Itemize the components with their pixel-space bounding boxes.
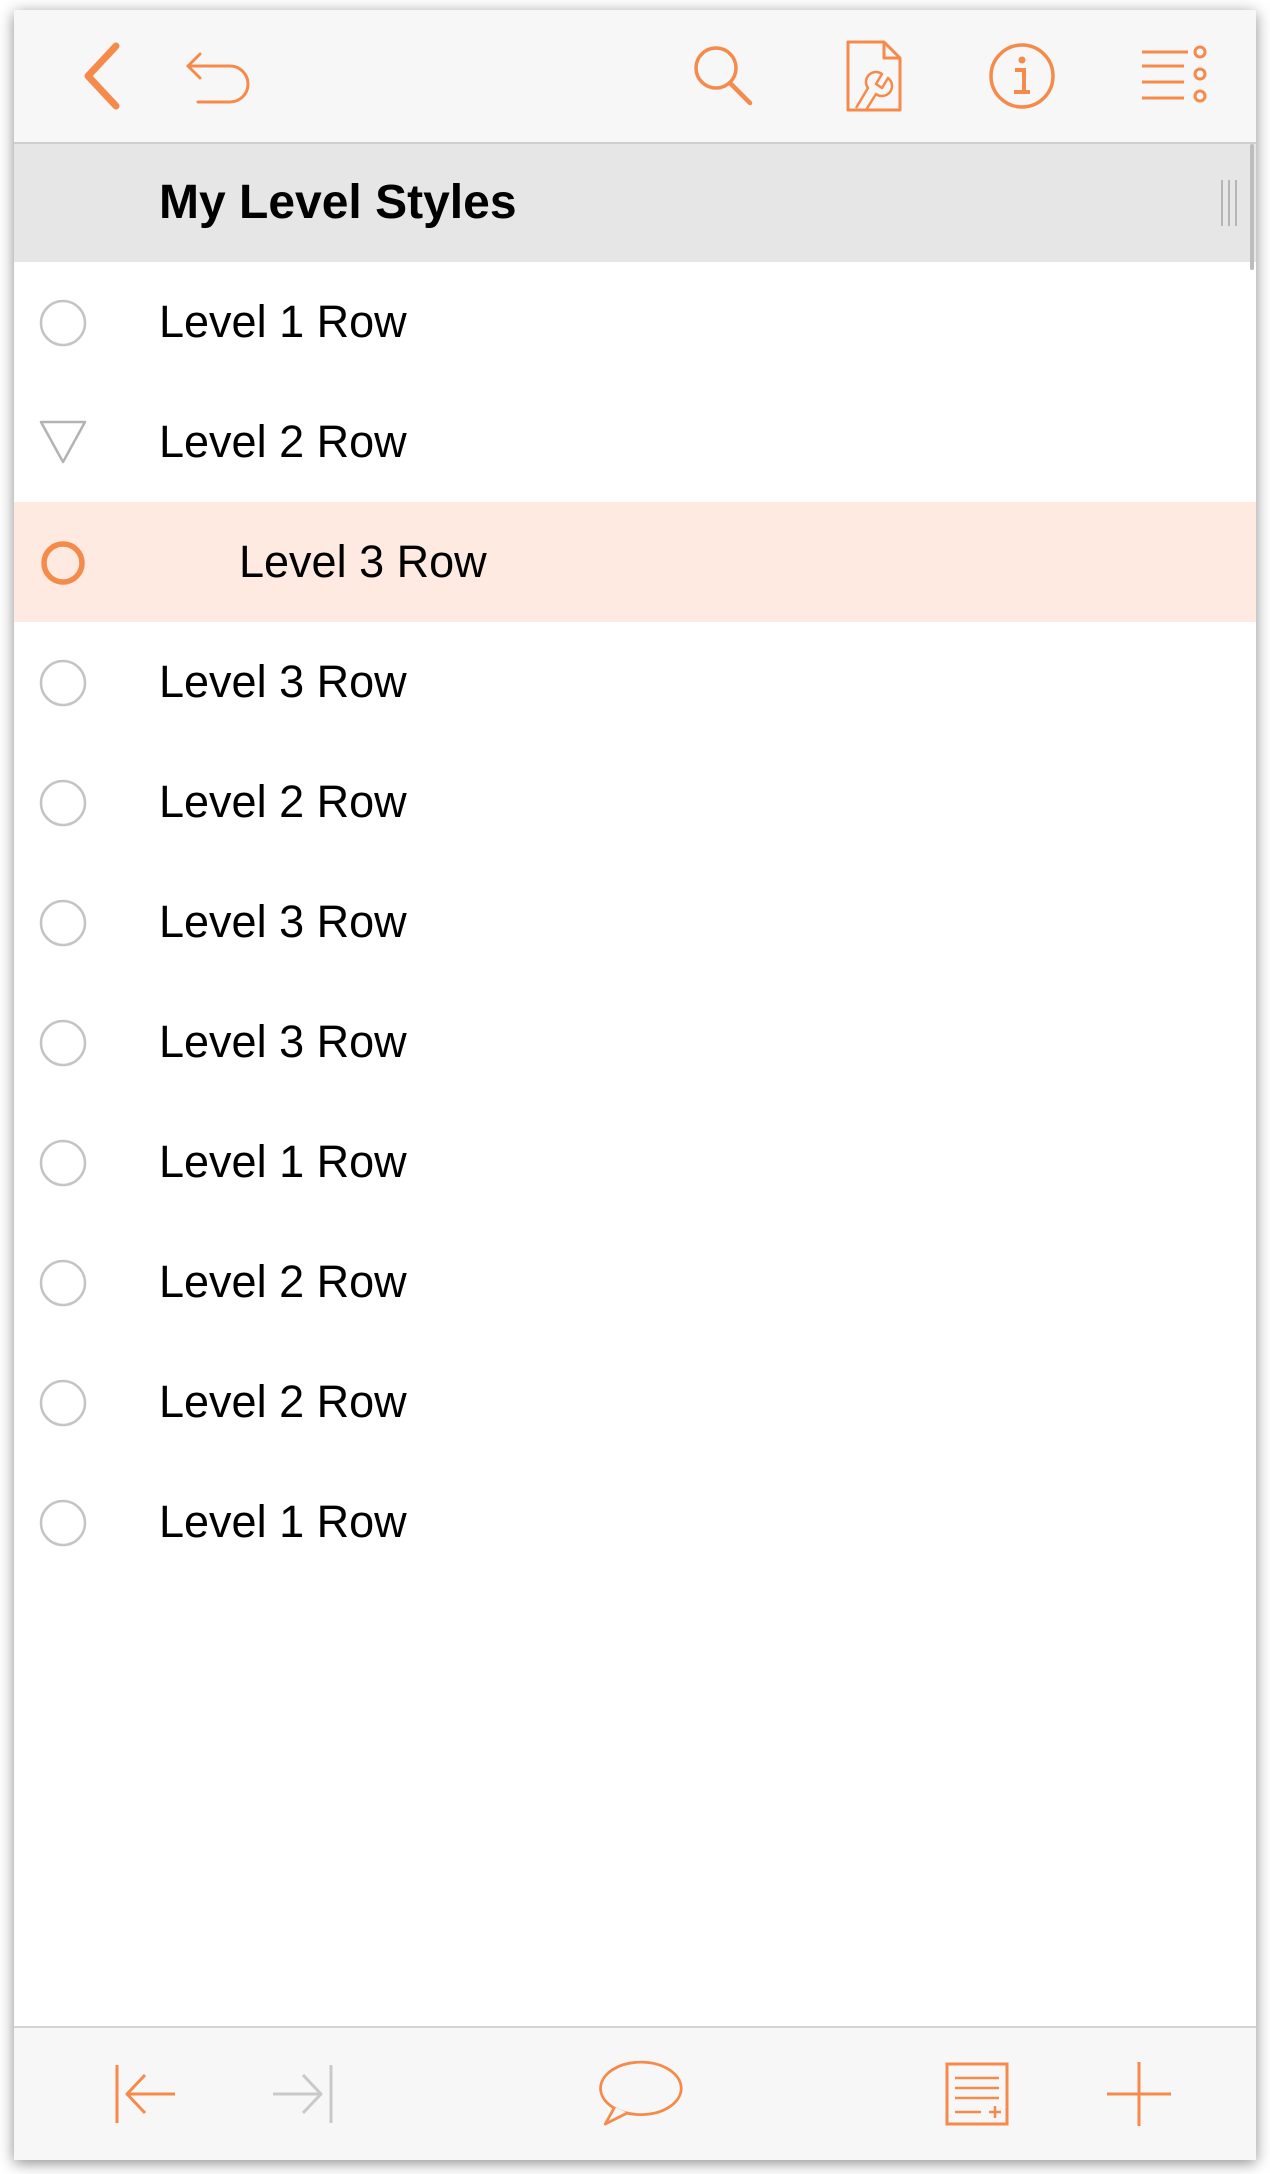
outline-row[interactable]: Level 1 Row: [14, 1462, 1256, 1582]
row-handle-icon[interactable]: [38, 1018, 88, 1068]
plus-icon: [1107, 2062, 1171, 2126]
style-button[interactable]: [832, 34, 916, 118]
indent-icon: [273, 2065, 333, 2123]
row-handle-icon[interactable]: [38, 538, 88, 588]
row-handle-icon[interactable]: [38, 1498, 88, 1548]
chevron-left-icon: [84, 42, 120, 110]
disclosure-triangle-icon[interactable]: [38, 418, 88, 468]
outline-title-row[interactable]: My Level Styles: [14, 144, 1256, 262]
outdent-button[interactable]: [102, 2050, 192, 2138]
outline-row[interactable]: Level 3 Row: [14, 502, 1256, 622]
row-handle-icon[interactable]: [38, 1378, 88, 1428]
row-handle-icon[interactable]: [38, 658, 88, 708]
row-handle-icon[interactable]: [38, 1138, 88, 1188]
row-handle-icon[interactable]: [38, 898, 88, 948]
outline-row[interactable]: Level 2 Row: [14, 742, 1256, 862]
row-handle-icon[interactable]: [38, 1258, 88, 1308]
row-handle-icon[interactable]: [38, 778, 88, 828]
row-text[interactable]: Level 3 Row: [159, 982, 407, 1102]
outline-row[interactable]: Level 1 Row: [14, 1102, 1256, 1222]
undo-icon: [186, 52, 250, 104]
outline-row[interactable]: Level 1 Row: [14, 262, 1256, 382]
row-text[interactable]: Level 2 Row: [159, 1222, 407, 1342]
row-text[interactable]: Level 1 Row: [159, 1102, 407, 1222]
document-wrench-icon: [846, 40, 902, 112]
row-text[interactable]: Level 2 Row: [159, 1342, 407, 1462]
info-icon: [989, 43, 1055, 109]
outline-row[interactable]: Level 2 Row: [14, 1222, 1256, 1342]
add-row-button[interactable]: [1094, 2050, 1184, 2138]
back-button[interactable]: [60, 34, 144, 118]
note-button[interactable]: [594, 2050, 684, 2138]
outline-row[interactable]: Level 3 Row: [14, 622, 1256, 742]
outdent-icon: [115, 2065, 175, 2123]
search-button[interactable]: [680, 34, 764, 118]
speech-bubble-icon: [599, 2060, 683, 2126]
column-resize-grip-icon[interactable]: [1218, 178, 1242, 228]
top-toolbar: [14, 10, 1256, 144]
row-text[interactable]: Level 3 Row: [159, 862, 407, 982]
bottom-toolbar: [14, 2026, 1256, 2160]
outline-row[interactable]: Level 2 Row: [14, 1342, 1256, 1462]
row-text[interactable]: Level 1 Row: [159, 262, 407, 382]
undo-button[interactable]: [174, 34, 258, 118]
menu-button[interactable]: [1132, 34, 1216, 118]
add-row-icon: [945, 2062, 1009, 2126]
row-text[interactable]: Level 3 Row: [239, 502, 487, 622]
outline-rows: Level 1 Row Level 2 Row Level 3 Row Level 3…: [14, 262, 1256, 1582]
outline-row[interactable]: Level 3 Row: [14, 982, 1256, 1102]
row-handle-icon[interactable]: [38, 298, 88, 348]
outline-row[interactable]: Level 2 Row: [14, 382, 1256, 502]
outline-row[interactable]: Level 3 Row: [14, 862, 1256, 982]
row-text[interactable]: Level 2 Row: [159, 382, 407, 502]
search-icon: [694, 46, 753, 106]
indent-button[interactable]: [256, 2050, 346, 2138]
list-options-icon: [1142, 45, 1207, 103]
info-button[interactable]: [980, 34, 1064, 118]
row-text[interactable]: Level 3 Row: [159, 622, 407, 742]
scroll-indicator[interactable]: [1250, 144, 1254, 270]
row-text[interactable]: Level 1 Row: [159, 1462, 407, 1582]
outline-title: My Level Styles: [159, 176, 517, 229]
add-child-button[interactable]: [932, 2050, 1022, 2138]
app-window: My Level Styles Level 1 Row Level 2 Row Le…: [14, 10, 1256, 2160]
row-text[interactable]: Level 2 Row: [159, 742, 407, 862]
